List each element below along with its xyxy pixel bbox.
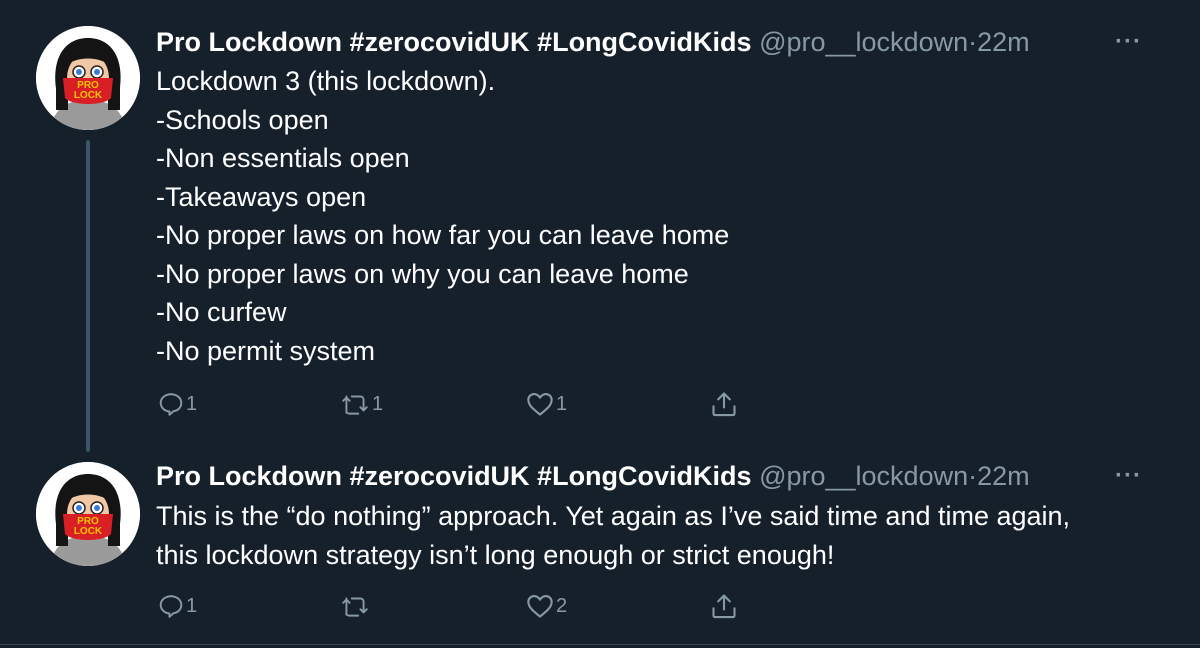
tweet-line: this lockdown strategy isn’t long enough… (156, 539, 835, 570)
tweet-text: This is the “do nothing” approach. Yet a… (156, 497, 1160, 574)
separator-dot: · (968, 27, 978, 57)
share-icon (712, 594, 736, 619)
tweet[interactable]: PRO LOCK Pro Lockdown #zerocovidUK #Long… (0, 0, 1200, 452)
tweet-line: Lockdown 3 (this lockdown). (156, 66, 496, 96)
share-icon (712, 392, 736, 417)
reply-count: 1 (186, 594, 198, 617)
share-button[interactable] (710, 588, 738, 624)
thread-line (86, 140, 90, 452)
separator-dot: · (968, 461, 978, 491)
share-button[interactable] (710, 386, 738, 422)
tweet-line: -Schools open (156, 104, 329, 135)
tweet-line: -No permit system (156, 335, 376, 366)
user-handle[interactable]: @pro__lockdown (759, 461, 968, 491)
user-handle[interactable]: @pro__lockdown (759, 27, 968, 57)
tweet-line: -No proper laws on how far you can leave… (156, 220, 730, 250)
reply-button[interactable]: 1 (158, 386, 197, 422)
display-name[interactable]: Pro Lockdown #zerocovidUK #LongCovidKids (156, 461, 752, 491)
tweet[interactable]: PRO LOCK Pro Lockdown #zerocovidUK #Long… (0, 440, 1200, 640)
avatar[interactable]: PRO LOCK (36, 26, 140, 130)
avatar[interactable]: PRO LOCK (36, 462, 140, 566)
retweet-icon (342, 597, 368, 617)
retweet-button[interactable]: 1 (340, 386, 383, 422)
heart-icon (527, 595, 553, 618)
tweet-header: Pro Lockdown #zerocovidUK #LongCovidKids… (156, 456, 1200, 496)
timestamp[interactable]: 22m (977, 27, 1030, 57)
like-count: 2 (556, 594, 568, 617)
mask-text-bottom: LOCK (74, 526, 103, 537)
more-options-icon[interactable]: ··· (1115, 456, 1142, 496)
reply-icon (159, 595, 183, 618)
heart-icon (527, 393, 553, 416)
tweet-actions: 1 1 1 (156, 386, 756, 422)
tweet-line: -No proper laws on why you can leave hom… (156, 258, 689, 289)
tweet-line: -Takeaways open (156, 181, 367, 212)
tweet-line: -No curfew (156, 297, 287, 327)
divider (0, 644, 1200, 645)
reply-icon (159, 393, 183, 416)
reply-count: 1 (186, 392, 198, 415)
retweet-icon (342, 395, 368, 415)
display-name[interactable]: Pro Lockdown #zerocovidUK #LongCovidKids (156, 27, 752, 57)
more-options-icon[interactable]: ··· (1115, 22, 1142, 62)
timestamp[interactable]: 22m (977, 461, 1030, 491)
avatar-image: PRO LOCK (36, 462, 140, 566)
avatar-image: PRO LOCK (36, 26, 140, 130)
tweet-line: This is the “do nothing” approach. Yet a… (156, 501, 1071, 531)
retweet-count: 1 (372, 392, 384, 415)
like-button[interactable]: 1 (526, 386, 567, 422)
reply-button[interactable]: 1 (158, 588, 197, 624)
tweet-text: Lockdown 3 (this lockdown). -Schools ope… (156, 62, 1160, 370)
tweet-line: -Non essentials open (156, 143, 410, 173)
like-count: 1 (556, 392, 568, 415)
like-button[interactable]: 2 (526, 588, 567, 624)
tweet-header: Pro Lockdown #zerocovidUK #LongCovidKids… (156, 22, 1200, 62)
mask-text-bottom: LOCK (74, 90, 103, 101)
tweet-actions: 1 2 (156, 588, 756, 624)
retweet-button[interactable] (340, 588, 372, 624)
